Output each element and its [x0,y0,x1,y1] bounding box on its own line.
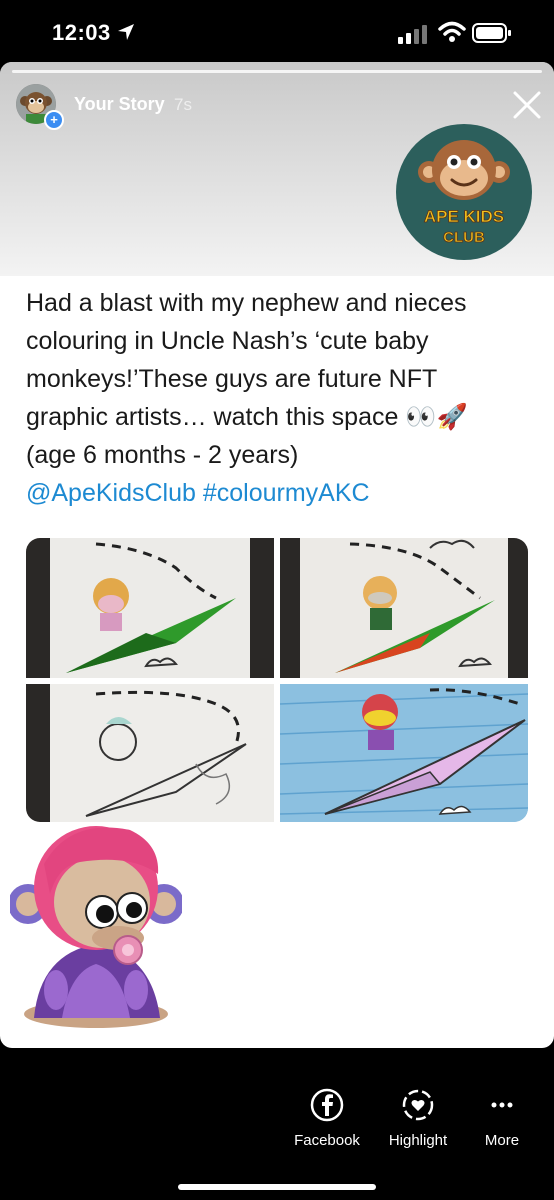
logo-text-line2: CLUB [443,229,485,246]
story-progress-bar [12,70,542,73]
logo-text-line1: APE KIDS [424,207,504,226]
close-icon[interactable] [512,90,542,120]
highlight-button[interactable]: Highlight [373,1088,463,1149]
story-timestamp: 7s [174,95,192,114]
facebook-share-button[interactable]: Facebook [282,1088,372,1149]
tweet-line: graphic artists… watch this space 👀🚀 [26,403,468,431]
colouring-photo-4[interactable] [280,684,528,822]
status-time: 12:03 [52,20,111,45]
tweet-line: monkeys!’These guys are future NFT [26,365,438,393]
colouring-photo-2[interactable] [280,538,528,678]
tweet-line: Had a blast with my nephew and nieces [26,289,467,317]
status-bar: 12:03 [0,0,554,62]
wifi-icon [438,21,466,42]
more-label: More [484,1132,520,1149]
facebook-icon [310,1088,344,1122]
story-card[interactable]: + Your Story 7s APE KIDS CLUB Had a blas… [0,62,554,1048]
ape-kids-club-logo: APE KIDS CLUB [396,124,532,260]
signal-icon [398,25,427,44]
story-username[interactable]: Your Story [74,94,165,115]
colouring-photo-3[interactable] [26,684,274,822]
add-story-badge[interactable]: + [44,110,64,130]
facebook-label: Facebook [294,1132,360,1149]
home-indicator[interactable] [178,1184,376,1190]
highlight-heart-icon [402,1089,434,1121]
tweet-mentions[interactable]: @ApeKidsClub #colourmyAKC [26,474,536,512]
colouring-photo-1[interactable] [26,538,274,678]
tweet-text: Had a blast with my nephew and nieces co… [26,284,536,512]
battery-icon [472,23,511,43]
tweet-line: colouring in Uncle Nash’s ‘cute baby [26,327,429,355]
tweet-line: (age 6 months - 2 years) [26,441,299,469]
location-arrow-icon [118,24,134,40]
more-button[interactable]: More [457,1088,547,1149]
highlight-label: Highlight [388,1132,448,1149]
more-dots-icon [491,1102,513,1108]
baby-monkey-sticker[interactable] [8,804,184,1030]
